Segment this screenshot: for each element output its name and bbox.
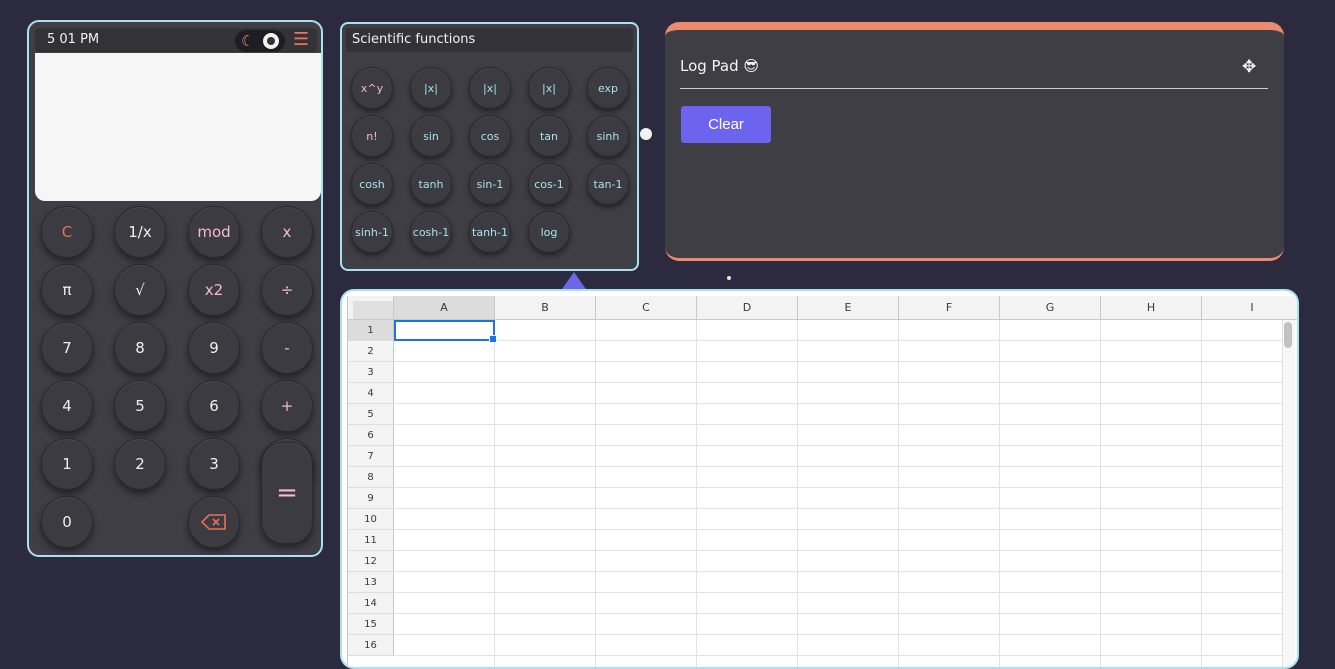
key-√[interactable]: √: [114, 264, 166, 316]
theme-toggle[interactable]: ☾: [235, 30, 285, 52]
fn-sin-1[interactable]: sin-1: [469, 163, 511, 205]
row-header-2[interactable]: 2: [348, 341, 394, 362]
fn-sinh[interactable]: sinh: [587, 115, 629, 157]
column-header-D[interactable]: D: [697, 296, 798, 320]
active-cell[interactable]: [394, 320, 497, 343]
row-header-7[interactable]: 7: [348, 446, 394, 467]
equals-key[interactable]: =: [261, 442, 313, 544]
row-header-8[interactable]: 8: [348, 467, 394, 488]
vertical-scrollbar-track[interactable]: [1282, 320, 1295, 667]
row-header-10[interactable]: 10: [348, 509, 394, 530]
fn-x^y[interactable]: x^y: [351, 67, 393, 109]
row-header-12[interactable]: 12: [348, 551, 394, 572]
column-header-C[interactable]: C: [596, 296, 697, 320]
fn-cosh-1[interactable]: cosh-1: [410, 211, 452, 253]
cell-grid[interactable]: [394, 320, 1282, 667]
select-all-corner[interactable]: [348, 296, 394, 320]
key-9[interactable]: 9: [188, 322, 240, 374]
key-8[interactable]: 8: [114, 322, 166, 374]
row-header-11[interactable]: 11: [348, 530, 394, 551]
spreadsheet: A B C D E F G H I 1 2 3 4 5 6 7 8 9 10 11 12 13 14 15 16: [347, 296, 1297, 667]
moon-icon: ☾: [241, 32, 255, 50]
key-x[interactable]: x: [261, 206, 313, 258]
divider: [680, 88, 1268, 89]
fn-tan[interactable]: tan: [528, 115, 570, 157]
key-6[interactable]: 6: [188, 380, 240, 432]
hamburger-menu-icon[interactable]: ☰: [293, 30, 309, 50]
backspace-key[interactable]: [188, 496, 240, 548]
column-header-E[interactable]: E: [798, 296, 899, 320]
key-mod[interactable]: mod: [188, 206, 240, 258]
decorative-dot: [640, 128, 652, 140]
fn-|x|[interactable]: |x|: [528, 67, 570, 109]
fn-tanh-1[interactable]: tanh-1: [469, 211, 511, 253]
column-header-H[interactable]: H: [1101, 296, 1202, 320]
calculator-panel: 5 01 PM ☾ ☰ C1/xmodxπ√x2÷789-456+123.0 =: [27, 20, 323, 557]
fn-tanh[interactable]: tanh: [410, 163, 452, 205]
row-header-3[interactable]: 3: [348, 362, 394, 383]
key-3[interactable]: 3: [188, 438, 240, 490]
scientific-functions-panel: Scientific functions x^y |x| |x| |x| exp n! si…: [340, 22, 639, 271]
log-pad-panel: Log Pad 😎 ✥ Clear: [665, 22, 1284, 261]
key-+[interactable]: +: [261, 380, 313, 432]
key-1/x[interactable]: 1/x: [114, 206, 166, 258]
fn-sinh-1[interactable]: sinh-1: [351, 211, 393, 253]
row-header-16[interactable]: 16: [348, 635, 394, 656]
row-header-9[interactable]: 9: [348, 488, 394, 509]
key-2[interactable]: 2: [114, 438, 166, 490]
move-icon[interactable]: ✥: [1242, 57, 1256, 77]
vertical-scrollbar-thumb[interactable]: [1284, 322, 1292, 348]
key-4[interactable]: 4: [41, 380, 93, 432]
backspace-icon: [201, 514, 226, 530]
row-header-13[interactable]: 13: [348, 572, 394, 593]
column-header-A[interactable]: A: [394, 296, 495, 320]
status-bar: 5 01 PM ☾ ☰: [35, 28, 317, 52]
spreadsheet-frame: A B C D E F G H I 1 2 3 4 5 6 7 8 9 10 11 12 13 14 15 16: [340, 289, 1299, 669]
key-π[interactable]: π: [41, 264, 93, 316]
fn-cos[interactable]: cos: [469, 115, 511, 157]
fn-sin[interactable]: sin: [410, 115, 452, 157]
fn-|x|[interactable]: |x|: [469, 67, 511, 109]
scientific-title: Scientific functions: [346, 28, 633, 52]
decorative-dot-small: [727, 276, 731, 280]
key-1[interactable]: 1: [41, 438, 93, 490]
calculator-display: [35, 53, 321, 201]
column-header-F[interactable]: F: [899, 296, 1000, 320]
row-header-5[interactable]: 5: [348, 404, 394, 425]
clock-time: 5 01 PM: [47, 32, 100, 47]
row-header-1[interactable]: 1: [348, 320, 394, 341]
key-÷[interactable]: ÷: [261, 264, 313, 316]
toggle-knob: [263, 33, 279, 49]
key--[interactable]: -: [261, 322, 313, 374]
fn-|x|[interactable]: |x|: [410, 67, 452, 109]
key-5[interactable]: 5: [114, 380, 166, 432]
fn-tan-1[interactable]: tan-1: [587, 163, 629, 205]
key-x2[interactable]: x2: [188, 264, 240, 316]
column-header-I[interactable]: I: [1202, 296, 1297, 320]
log-pad-title: Log Pad 😎: [680, 57, 760, 75]
column-header-G[interactable]: G: [1000, 296, 1101, 320]
column-header-B[interactable]: B: [495, 296, 596, 320]
key-0[interactable]: 0: [41, 496, 93, 548]
row-header-6[interactable]: 6: [348, 425, 394, 446]
fn-log[interactable]: log: [528, 211, 570, 253]
clear-button[interactable]: Clear: [681, 106, 771, 143]
row-header-4[interactable]: 4: [348, 383, 394, 404]
fn-cos-1[interactable]: cos-1: [528, 163, 570, 205]
fn-cosh[interactable]: cosh: [351, 163, 393, 205]
row-header-14[interactable]: 14: [348, 593, 394, 614]
key-C[interactable]: C: [41, 206, 93, 258]
fn-n![interactable]: n!: [351, 115, 393, 157]
fn-exp[interactable]: exp: [587, 67, 629, 109]
key-7[interactable]: 7: [41, 322, 93, 374]
row-header-15[interactable]: 15: [348, 614, 394, 635]
